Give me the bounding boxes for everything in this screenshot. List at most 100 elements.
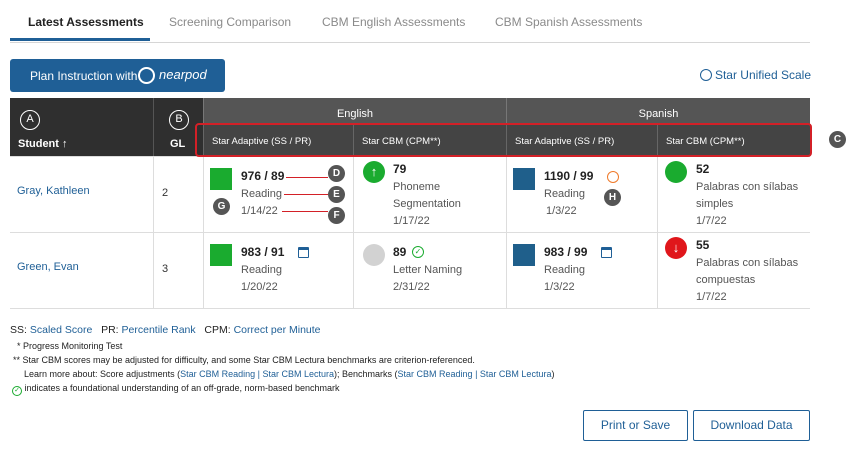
column-divider [506, 233, 507, 309]
cbm-score[interactable]: 55 [696, 238, 709, 252]
student-name-link[interactable]: Green, Evan [17, 261, 79, 273]
calendar-icon [601, 247, 612, 258]
callout-d: D [328, 165, 345, 182]
column-divider [153, 233, 154, 309]
cbm-subject: Phoneme [393, 181, 441, 193]
cbm-subject: Palabras con sílabas [696, 257, 799, 269]
cbm-subject: Palabras con sílabas [696, 181, 799, 193]
column-divider [203, 157, 204, 232]
table-row: Gray, Kathleen 2 976 / 89 Reading 1/14/2… [10, 156, 810, 232]
callout-g: G [213, 198, 230, 215]
tab-cbm-english[interactable]: CBM English Assessments [322, 15, 465, 29]
correct-per-minute-link[interactable]: Correct per Minute [234, 324, 321, 336]
nearpod-wordmark: nearpod [159, 67, 207, 82]
tab-bar: Latest Assessments Screening Comparison … [10, 0, 810, 43]
student-header-text: Student ↑ [18, 138, 68, 150]
benchmark-square [210, 168, 232, 190]
calendar-icon [298, 247, 309, 258]
pr-prefix: PR: [101, 324, 119, 336]
cbm-reading-link[interactable]: Star CBM Reading [398, 369, 473, 379]
print-save-button[interactable]: Print or Save [583, 410, 688, 441]
cbm-score[interactable]: 52 [696, 162, 709, 176]
student-column-header[interactable]: A Student ↑ [10, 98, 153, 156]
sort-up-icon[interactable]: ↑ [62, 138, 68, 150]
cbm-date: 1/7/22 [696, 215, 727, 227]
student-header-label: Student [18, 138, 59, 150]
adaptive-subject: Reading [241, 188, 282, 200]
benchmarks-prefix: ); Benchmarks ( [334, 369, 398, 379]
adaptive-date: 1/20/22 [241, 281, 278, 293]
adaptive-date: 1/3/22 [544, 281, 575, 293]
spa-cbm-header: Star CBM (CPM**) [657, 125, 810, 156]
cbm-footnote: ** Star CBM scores may be adjusted for d… [13, 355, 475, 365]
cbm-subject-line2: compuestas [696, 274, 756, 286]
cbm-reading-link[interactable]: Star CBM Reading [180, 369, 255, 379]
callout-a: A [20, 110, 40, 130]
callout-e: E [328, 186, 345, 203]
leader-line [286, 177, 328, 178]
benchmark-dot [665, 161, 687, 183]
tab-latest-assessments[interactable]: Latest Assessments [28, 15, 144, 29]
table-row: Green, Evan 3 983 / 91 Reading 1/20/22 8… [10, 232, 810, 309]
cbm-lectura-link[interactable]: Star CBM Lectura [262, 369, 334, 379]
star-unified-scale-link[interactable]: Star Unified Scale [699, 68, 811, 82]
active-tab-indicator [10, 38, 150, 41]
abbreviation-legend: SS: Scaled Score PR: Percentile Rank CPM… [10, 324, 321, 336]
cbm-date: 1/17/22 [393, 215, 430, 227]
learn-more-prefix: Learn more about: Score adjustments ( [24, 369, 181, 379]
cbm-lectura-link[interactable]: Star CBM Lectura [480, 369, 552, 379]
ss-prefix: SS: [10, 324, 27, 336]
callout-h: H [604, 189, 621, 206]
spa-adaptive-header: Star Adaptive (SS / PR) [506, 125, 657, 156]
scaled-score-link[interactable]: Scaled Score [30, 324, 92, 336]
check-circle-icon: ✓ [12, 386, 22, 396]
column-divider [353, 233, 354, 309]
column-divider [353, 157, 354, 232]
column-divider [203, 233, 204, 309]
arrow-down-icon: ↓ [665, 237, 687, 259]
check-note-text: indicates a foundational understanding o… [24, 383, 340, 393]
plan-instruction-button[interactable]: Plan Instruction with nearpod [10, 59, 225, 92]
arrow-up-icon: ↑ [363, 161, 385, 183]
adaptive-subject: Reading [544, 264, 585, 276]
benchmark-square [513, 244, 535, 266]
grade-level: 3 [162, 263, 169, 275]
adaptive-score[interactable]: 1190 / 99 [544, 169, 593, 183]
adaptive-score[interactable]: 983 / 99 [544, 245, 587, 259]
callout-b: B [169, 110, 189, 130]
cpm-prefix: CPM: [204, 324, 231, 336]
benchmark-square [513, 168, 535, 190]
column-divider [657, 157, 658, 232]
percentile-rank-link[interactable]: Percentile Rank [122, 324, 196, 336]
spanish-header: Spanish [506, 98, 810, 125]
benchmark-square [210, 244, 232, 266]
cbm-score[interactable]: 79 [393, 162, 406, 176]
leader-line [284, 194, 328, 195]
cbm-date: 2/31/22 [393, 281, 430, 293]
benchmark-dot [363, 244, 385, 266]
plan-instruction-label: Plan Instruction with [30, 69, 138, 83]
tab-screening-comparison[interactable]: Screening Comparison [169, 15, 291, 29]
cbm-date: 1/7/22 [696, 291, 727, 303]
cbm-subject-line2: Segmentation [393, 198, 461, 210]
adaptive-date: 1/14/22 [241, 205, 278, 217]
cbm-score[interactable]: 89 [393, 245, 406, 259]
clock-icon [607, 171, 619, 183]
column-divider [153, 157, 154, 232]
learn-more-note: Learn more about: Score adjustments (Sta… [24, 369, 554, 379]
eng-cbm-header: Star CBM (CPM**) [353, 125, 506, 156]
student-name-link[interactable]: Gray, Kathleen [17, 185, 90, 197]
adaptive-date: 1/3/22 [546, 205, 577, 217]
tab-cbm-spanish[interactable]: CBM Spanish Assessments [495, 15, 642, 29]
eng-adaptive-header: Star Adaptive (SS / PR) [203, 125, 353, 156]
gl-column-header: B GL [153, 98, 203, 156]
check-note: ✓ indicates a foundational understanding… [12, 383, 340, 396]
adaptive-score[interactable]: 976 / 89 [241, 169, 284, 183]
adaptive-subject: Reading [544, 188, 585, 200]
adaptive-score[interactable]: 983 / 91 [241, 245, 284, 259]
leader-line [282, 211, 328, 212]
grade-level: 2 [162, 187, 169, 199]
column-divider [506, 157, 507, 232]
download-data-button[interactable]: Download Data [693, 410, 810, 441]
callout-c: C [829, 131, 846, 148]
